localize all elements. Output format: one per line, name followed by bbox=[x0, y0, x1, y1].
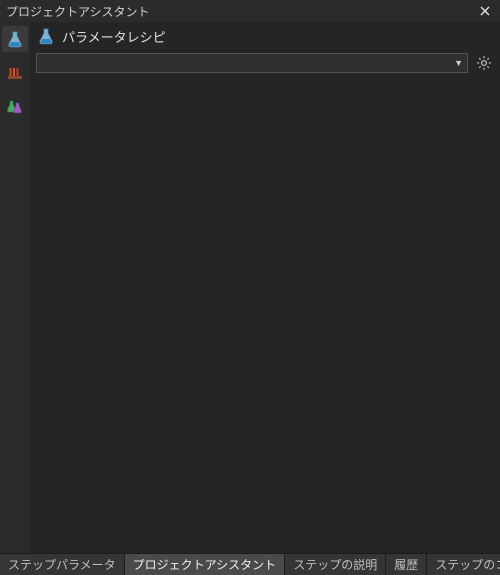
tab-step-parameters[interactable]: ステップパラメータ bbox=[0, 554, 125, 575]
tab-project-assistant[interactable]: プロジェクトアシスタント bbox=[125, 554, 286, 575]
tab-label: プロジェクトアシスタント bbox=[133, 556, 277, 573]
rail-item-rack[interactable] bbox=[2, 60, 28, 86]
close-button[interactable] bbox=[476, 2, 494, 20]
main-area: パラメータレシピ ▼ bbox=[0, 22, 500, 553]
tab-history[interactable]: 履歴 bbox=[386, 554, 427, 575]
tab-label: ステップの説明 bbox=[293, 556, 377, 573]
chevron-down-icon: ▼ bbox=[454, 58, 463, 68]
close-icon bbox=[479, 5, 491, 17]
left-rail bbox=[0, 22, 30, 553]
panel-title: プロジェクトアシスタント bbox=[6, 3, 150, 20]
beakers-icon bbox=[6, 98, 24, 116]
tab-label: ステップパラメータ bbox=[8, 556, 116, 573]
rail-item-flask[interactable] bbox=[2, 26, 28, 52]
content-header: パラメータレシピ bbox=[30, 22, 500, 50]
rail-item-beakers[interactable] bbox=[2, 94, 28, 120]
gear-icon bbox=[476, 55, 492, 71]
tab-label: 履歴 bbox=[394, 556, 418, 573]
flask-icon bbox=[6, 30, 24, 48]
recipe-dropdown[interactable]: ▼ bbox=[36, 53, 468, 73]
content-body bbox=[30, 78, 500, 553]
content-column: パラメータレシピ ▼ bbox=[30, 22, 500, 553]
rack-icon bbox=[6, 64, 24, 82]
bottom-tab-bar: ステップパラメータ プロジェクトアシスタント ステップの説明 履歴 ステップのコ… bbox=[0, 553, 500, 575]
tab-label: ステップのコメント bbox=[435, 556, 500, 573]
content-title: パラメータレシピ bbox=[62, 27, 166, 46]
toolbar-row: ▼ bbox=[30, 50, 500, 78]
header-flask-icon bbox=[36, 26, 56, 46]
tab-step-comment[interactable]: ステップのコメント bbox=[427, 554, 500, 575]
tab-step-description[interactable]: ステップの説明 bbox=[285, 554, 386, 575]
settings-button[interactable] bbox=[474, 53, 494, 73]
panel-titlebar: プロジェクトアシスタント bbox=[0, 0, 500, 22]
